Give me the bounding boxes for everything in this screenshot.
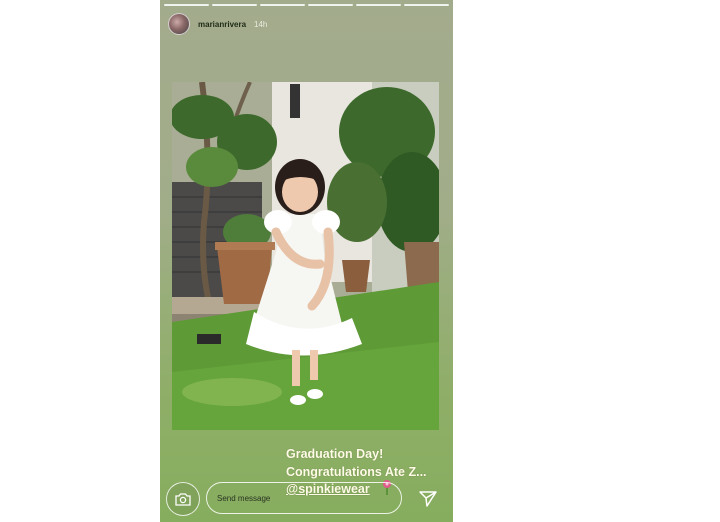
caption-line-1: Graduation Day! — [286, 447, 384, 461]
progress-segment — [356, 4, 401, 6]
camera-icon — [175, 493, 191, 506]
progress-segment — [164, 4, 209, 6]
story-header: marianrivera 14h — [168, 13, 267, 35]
username[interactable]: marianrivera — [198, 20, 246, 29]
post-time: 14h — [254, 19, 268, 29]
camera-button[interactable] — [166, 482, 200, 516]
progress-segment — [404, 4, 449, 6]
story-viewer[interactable]: marianrivera 14h Graduation Day! Congrat… — [160, 0, 453, 522]
story-photo — [172, 82, 439, 430]
send-message-placeholder: Send message — [217, 493, 271, 503]
send-message-input[interactable]: Send message — [206, 482, 402, 514]
progress-segment — [260, 4, 305, 6]
story-progress-bar — [164, 4, 449, 6]
progress-segment — [212, 4, 257, 6]
reply-bar: Send message — [160, 476, 453, 522]
avatar[interactable] — [168, 13, 190, 35]
send-icon[interactable] — [418, 490, 438, 508]
progress-segment — [308, 4, 353, 6]
